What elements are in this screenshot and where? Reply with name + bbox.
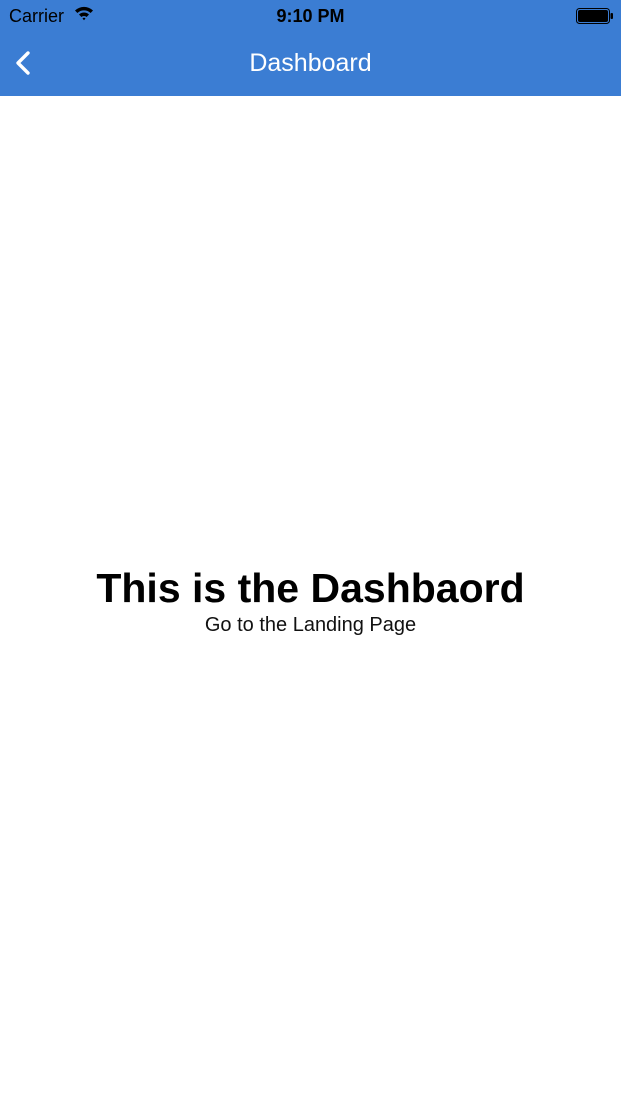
page-title: Dashboard [249,49,372,77]
status-time: 9:10 PM [276,6,345,26]
navigation-bar: Dashboard [0,32,621,96]
landing-page-link[interactable]: Go to the Landing Page [0,613,621,637]
main-content: This is the Dashbaord Go to the Landing … [0,96,621,1104]
app-header: Carrier 9:10 PM Dashboard [0,0,621,96]
battery-icon [576,8,614,24]
dashboard-heading: This is the Dashbaord [96,565,525,611]
status-bar: Carrier 9:10 PM [0,0,621,32]
screen: Carrier 9:10 PM Dashboard This is the Da… [0,0,621,1104]
